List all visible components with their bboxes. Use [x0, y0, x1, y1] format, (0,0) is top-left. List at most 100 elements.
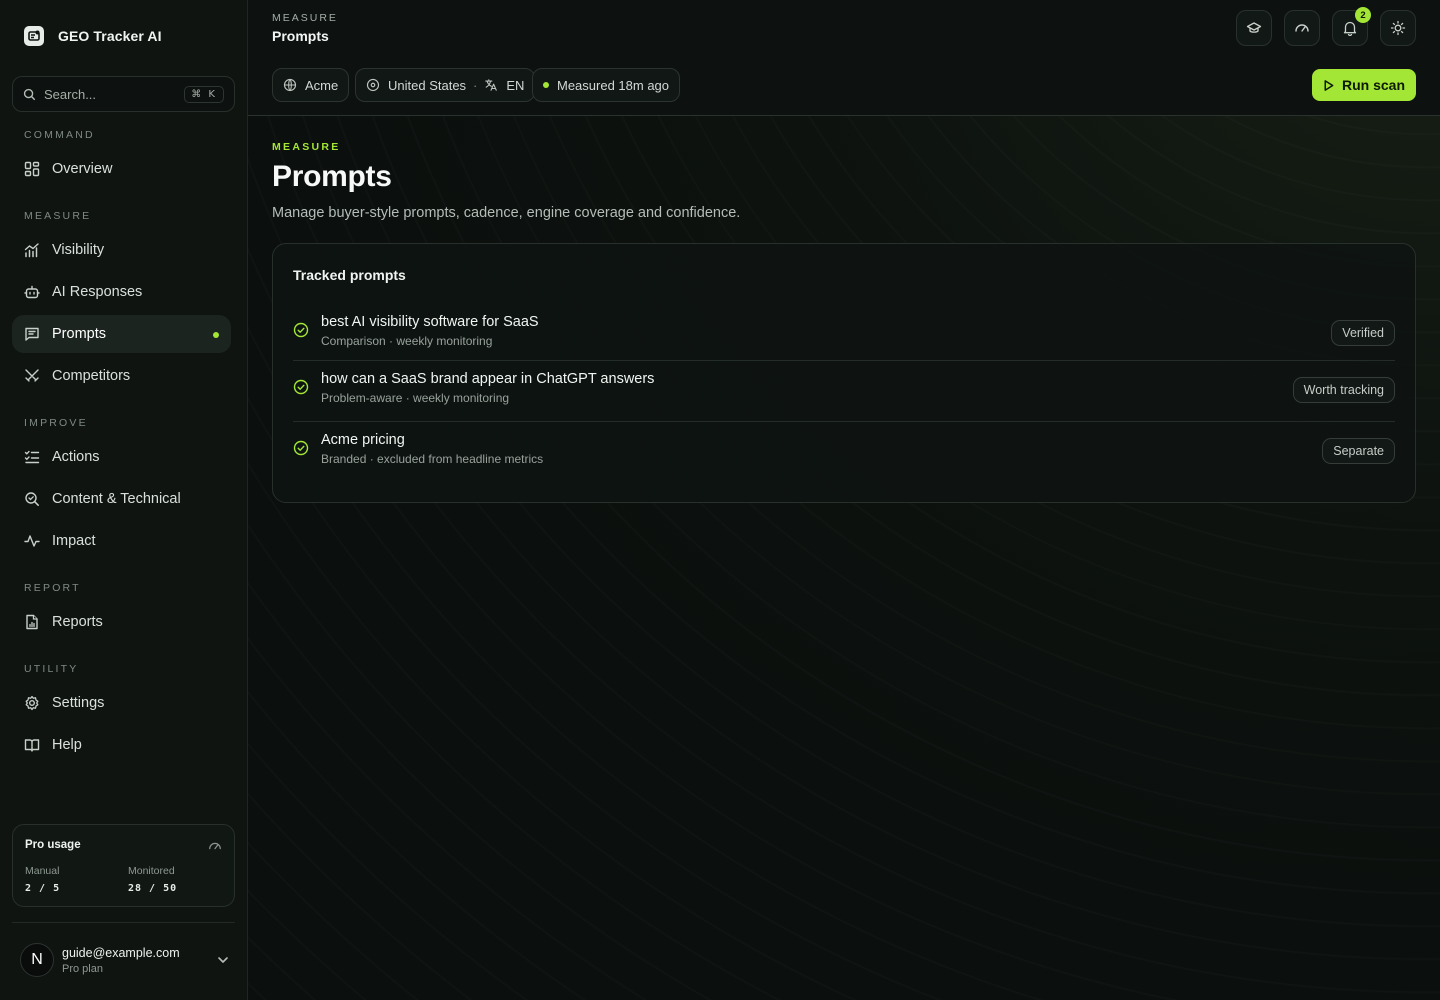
- account-email: guide@example.com: [62, 945, 180, 960]
- notification-count-badge: 2: [1355, 7, 1371, 23]
- section-label-improve: IMPROVE: [24, 417, 88, 429]
- check-circle-icon: [293, 379, 309, 395]
- usage-manual-label: Manual: [25, 865, 60, 877]
- run-scan-button[interactable]: Run scan: [1311, 69, 1416, 101]
- usage-card: Pro usage Manual 2 / 5 Monitored 28 / 50: [12, 824, 235, 907]
- theme-toggle-button[interactable]: [1380, 10, 1416, 46]
- sidebar-item-label: Visibility: [52, 242, 105, 258]
- prompt-row[interactable]: best AI visibility software for SaaS Com…: [293, 304, 1395, 365]
- brand[interactable]: GEO Tracker AI: [24, 26, 162, 46]
- usage-manual-value: 2 / 5: [25, 883, 61, 894]
- sun-icon: [1390, 20, 1406, 36]
- sidebar-item-overview[interactable]: Overview: [12, 150, 231, 188]
- active-indicator: [213, 332, 219, 338]
- bot-icon: [24, 285, 40, 299]
- sidebar-item-label: Competitors: [52, 368, 131, 384]
- sidebar-item-label: Prompts: [52, 326, 106, 342]
- usage-monitored-value: 28 / 50: [128, 883, 178, 894]
- main-area: MEASURE Prompts 2 Acme United States · E…: [248, 0, 1440, 1000]
- message-square-icon: [25, 327, 39, 341]
- prompt-title: Acme pricing: [321, 432, 405, 448]
- prompt-meta: Problem-aware · weekly monitoring: [321, 391, 510, 405]
- page-subtitle: Manage buyer-style prompts, cadence, eng…: [272, 205, 741, 221]
- section-label-measure: MEASURE: [24, 210, 92, 222]
- sidebar-item-prompts[interactable]: Prompts: [12, 315, 231, 353]
- prompt-title: best AI visibility software for SaaS: [321, 314, 539, 330]
- sidebar-item-label: Impact: [52, 533, 96, 549]
- sidebar: GEO Tracker AI Search... ⌘ K COMMAND Ove…: [0, 0, 248, 1000]
- country-label: United States: [388, 77, 467, 93]
- usage-monitored-label: Monitored: [128, 865, 175, 877]
- sidebar-item-impact[interactable]: Impact: [12, 522, 231, 560]
- prompt-meta: Branded · excluded from headline metrics: [321, 452, 544, 466]
- measured-label: Measured 18m ago: [557, 77, 670, 93]
- sidebar-item-label: Help: [52, 737, 82, 753]
- top-bar: MEASURE Prompts 2 Acme United States · E…: [248, 0, 1440, 116]
- usage-manual: Manual 2 / 5: [25, 865, 60, 894]
- sidebar-item-reports[interactable]: Reports: [12, 603, 231, 641]
- usage-title: Pro usage: [25, 839, 81, 851]
- globe-icon: [283, 78, 297, 92]
- prompt-row[interactable]: how can a SaaS brand appear in ChatGPT a…: [293, 360, 1395, 421]
- location-icon: [366, 78, 380, 92]
- grid-icon: [24, 161, 40, 177]
- gauge-icon: [209, 842, 221, 850]
- sidebar-item-label: Content & Technical: [52, 491, 181, 507]
- prompt-meta: Comparison · weekly monitoring: [321, 334, 493, 348]
- run-scan-label: Run scan: [1341, 77, 1405, 93]
- locale-selector[interactable]: United States · EN: [355, 68, 536, 102]
- chevron-down-icon: [218, 957, 228, 963]
- check-circle-icon: [293, 440, 309, 456]
- sidebar-item-settings[interactable]: Settings: [12, 684, 231, 722]
- sidebar-item-content-technical[interactable]: Content & Technical: [12, 480, 231, 518]
- usage-button[interactable]: [1284, 10, 1320, 46]
- gauge-icon: [1295, 24, 1309, 32]
- breadcrumb-section: MEASURE: [272, 12, 338, 24]
- sidebar-item-visibility[interactable]: Visibility: [12, 231, 231, 269]
- page-title: Prompts: [272, 160, 392, 193]
- status-badge: Verified: [1331, 320, 1395, 346]
- sidebar-item-label: Overview: [52, 161, 113, 177]
- brand-selector[interactable]: Acme: [272, 68, 350, 102]
- usage-monitored: Monitored 28 / 50: [128, 865, 177, 894]
- status-badge: Separate: [1322, 438, 1395, 464]
- card-title: Tracked prompts: [293, 267, 406, 283]
- file-chart-icon: [26, 614, 38, 630]
- account-plan: Pro plan: [62, 962, 103, 975]
- sidebar-item-ai-responses[interactable]: AI Responses: [12, 273, 231, 311]
- translate-icon: [485, 79, 498, 91]
- prompt-title: how can a SaaS brand appear in ChatGPT a…: [321, 371, 655, 387]
- logo-icon: [24, 26, 44, 46]
- account-menu[interactable]: N guide@example.com Pro plan: [20, 943, 230, 977]
- check-circle-icon: [293, 322, 309, 338]
- avatar: N: [20, 943, 54, 977]
- bar-chart-icon: [24, 243, 39, 258]
- section-label-report: REPORT: [24, 582, 81, 594]
- gear-icon: [25, 695, 39, 711]
- sidebar-item-actions[interactable]: Actions: [12, 438, 231, 476]
- brand-selector-label: Acme: [305, 77, 339, 93]
- page-eyebrow: MEASURE: [272, 141, 341, 153]
- search-check-icon: [25, 492, 39, 506]
- learn-button[interactable]: [1236, 10, 1272, 46]
- language-label: EN: [506, 77, 525, 93]
- graduation-cap-icon: [1246, 22, 1262, 33]
- measured-status: Measured 18m ago: [532, 68, 681, 102]
- prompt-row[interactable]: Acme pricing Branded · excluded from hea…: [293, 421, 1395, 482]
- search-input[interactable]: Search... ⌘ K: [12, 76, 235, 112]
- section-label-utility: UTILITY: [24, 663, 79, 675]
- status-dot: [543, 82, 549, 88]
- search-shortcut: ⌘ K: [184, 85, 224, 103]
- sidebar-item-competitors[interactable]: Competitors: [12, 357, 231, 395]
- notifications-button[interactable]: 2: [1332, 7, 1371, 46]
- breadcrumb-title: Prompts: [272, 28, 329, 44]
- sidebar-divider: [12, 922, 235, 923]
- bell-icon: [1343, 21, 1357, 36]
- list-checks-icon: [24, 450, 40, 464]
- swords-icon: [25, 369, 39, 382]
- app-name: GEO Tracker AI: [58, 28, 162, 44]
- search-placeholder: Search...: [44, 86, 97, 102]
- book-icon: [24, 739, 40, 752]
- sidebar-item-help[interactable]: Help: [12, 726, 231, 764]
- sidebar-item-label: Settings: [52, 695, 105, 711]
